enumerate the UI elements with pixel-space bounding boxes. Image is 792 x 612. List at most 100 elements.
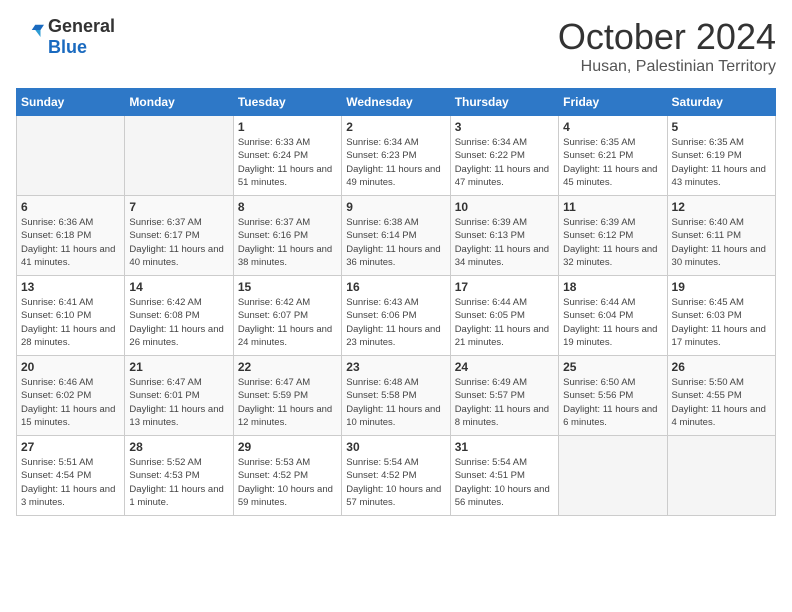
logo: General Blue [16, 16, 115, 58]
logo-general: General [48, 16, 115, 36]
logo-blue: Blue [48, 37, 87, 57]
day-number: 15 [238, 280, 337, 294]
calendar-cell: 24 Sunrise: 6:49 AMSunset: 5:57 PMDayligh… [450, 356, 558, 436]
cell-info: Sunrise: 5:54 AMSunset: 4:52 PMDaylight:… [346, 456, 445, 509]
cell-info: Sunrise: 6:49 AMSunset: 5:57 PMDaylight:… [455, 376, 554, 429]
weekday-header: Monday [125, 89, 233, 116]
calendar-cell: 16 Sunrise: 6:43 AMSunset: 6:06 PMDayligh… [342, 276, 450, 356]
calendar-cell: 29 Sunrise: 5:53 AMSunset: 4:52 PMDayligh… [233, 436, 341, 516]
calendar-cell: 31Sunrise: 5:54 AMSunset: 4:51 PMDayligh… [450, 436, 558, 516]
day-number: 1 [238, 120, 337, 134]
cell-info: Sunrise: 5:51 AMSunset: 4:54 PMDaylight:… [21, 456, 120, 509]
header-row: SundayMondayTuesdayWednesdayThursdayFrid… [17, 89, 776, 116]
calendar-cell: 20 Sunrise: 6:46 AMSunset: 6:02 PMDayligh… [17, 356, 125, 436]
calendar-cell: 28 Sunrise: 5:52 AMSunset: 4:53 PMDayligh… [125, 436, 233, 516]
cell-info: Sunrise: 6:42 AMSunset: 6:08 PMDaylight:… [129, 296, 228, 349]
calendar-cell: 25 Sunrise: 6:50 AMSunset: 5:56 PMDayligh… [559, 356, 667, 436]
title-block: October 2024 Husan, Palestinian Territor… [558, 16, 776, 76]
day-number: 3 [455, 120, 554, 134]
day-number: 18 [563, 280, 662, 294]
cell-info: Sunrise: 6:47 AMSunset: 5:59 PMDaylight:… [238, 376, 337, 429]
day-number: 14 [129, 280, 228, 294]
calendar-cell: 30Sunrise: 5:54 AMSunset: 4:52 PMDayligh… [342, 436, 450, 516]
cell-info: Sunrise: 6:50 AMSunset: 5:56 PMDaylight:… [563, 376, 662, 429]
day-number: 27 [21, 440, 120, 454]
day-number: 6 [21, 200, 120, 214]
calendar-cell [17, 116, 125, 196]
day-number: 23 [346, 360, 445, 374]
calendar-cell: 8Sunrise: 6:37 AMSunset: 6:16 PMDaylight… [233, 196, 341, 276]
cell-info: Sunrise: 6:45 AMSunset: 6:03 PMDaylight:… [672, 296, 771, 349]
weekday-header: Thursday [450, 89, 558, 116]
calendar-cell: 19Sunrise: 6:45 AMSunset: 6:03 PMDayligh… [667, 276, 775, 356]
calendar-week-row: 6Sunrise: 6:36 AMSunset: 6:18 PMDaylight… [17, 196, 776, 276]
day-number: 24 [455, 360, 554, 374]
day-number: 9 [346, 200, 445, 214]
weekday-header: Saturday [667, 89, 775, 116]
calendar-cell: 7 Sunrise: 6:37 AMSunset: 6:17 PMDaylight… [125, 196, 233, 276]
calendar-cell: 23 Sunrise: 6:48 AMSunset: 5:58 PMDayligh… [342, 356, 450, 436]
weekday-header: Tuesday [233, 89, 341, 116]
calendar-cell: 22 Sunrise: 6:47 AMSunset: 5:59 PMDayligh… [233, 356, 341, 436]
cell-info: Sunrise: 6:46 AMSunset: 6:02 PMDaylight:… [21, 376, 120, 429]
day-number: 29 [238, 440, 337, 454]
day-number: 17 [455, 280, 554, 294]
calendar-cell: 26 Sunrise: 5:50 AMSunset: 4:55 PMDayligh… [667, 356, 775, 436]
cell-info: Sunrise: 6:44 AMSunset: 6:05 PMDaylight:… [455, 296, 554, 349]
cell-info: Sunrise: 6:41 AMSunset: 6:10 PMDaylight:… [21, 296, 120, 349]
day-number: 11 [563, 200, 662, 214]
day-number: 21 [129, 360, 228, 374]
page-header: General Blue October 2024 Husan, Palesti… [16, 16, 776, 76]
cell-info: Sunrise: 6:34 AMSunset: 6:23 PMDaylight:… [346, 136, 445, 189]
day-number: 20 [21, 360, 120, 374]
day-number: 28 [129, 440, 228, 454]
calendar-week-row: 1 Sunrise: 6:33 AMSunset: 6:24 PMDaylight… [17, 116, 776, 196]
calendar-cell: 17 Sunrise: 6:44 AMSunset: 6:05 PMDayligh… [450, 276, 558, 356]
calendar-cell: 21 Sunrise: 6:47 AMSunset: 6:01 PMDayligh… [125, 356, 233, 436]
day-number: 16 [346, 280, 445, 294]
calendar-cell: 5 Sunrise: 6:35 AMSunset: 6:19 PMDaylight… [667, 116, 775, 196]
weekday-header: Wednesday [342, 89, 450, 116]
day-number: 26 [672, 360, 771, 374]
calendar-cell: 2Sunrise: 6:34 AMSunset: 6:23 PMDaylight… [342, 116, 450, 196]
weekday-header: Sunday [17, 89, 125, 116]
calendar-week-row: 27 Sunrise: 5:51 AMSunset: 4:54 PMDayligh… [17, 436, 776, 516]
calendar-cell: 15Sunrise: 6:42 AMSunset: 6:07 PMDayligh… [233, 276, 341, 356]
day-number: 12 [672, 200, 771, 214]
day-number: 7 [129, 200, 228, 214]
day-number: 25 [563, 360, 662, 374]
calendar-cell [667, 436, 775, 516]
day-number: 5 [672, 120, 771, 134]
cell-info: Sunrise: 5:53 AMSunset: 4:52 PMDaylight:… [238, 456, 337, 509]
day-number: 10 [455, 200, 554, 214]
calendar-cell: 12 Sunrise: 6:40 AMSunset: 6:11 PMDayligh… [667, 196, 775, 276]
cell-info: Sunrise: 6:43 AMSunset: 6:06 PMDaylight:… [346, 296, 445, 349]
calendar-cell: 18 Sunrise: 6:44 AMSunset: 6:04 PMDayligh… [559, 276, 667, 356]
calendar-week-row: 20 Sunrise: 6:46 AMSunset: 6:02 PMDayligh… [17, 356, 776, 436]
calendar-cell: 13 Sunrise: 6:41 AMSunset: 6:10 PMDayligh… [17, 276, 125, 356]
calendar-table: SundayMondayTuesdayWednesdayThursdayFrid… [16, 88, 776, 516]
cell-info: Sunrise: 6:39 AMSunset: 6:12 PMDaylight:… [563, 216, 662, 269]
cell-info: Sunrise: 5:50 AMSunset: 4:55 PMDaylight:… [672, 376, 771, 429]
calendar-cell: 27 Sunrise: 5:51 AMSunset: 4:54 PMDayligh… [17, 436, 125, 516]
cell-info: Sunrise: 6:37 AMSunset: 6:17 PMDaylight:… [129, 216, 228, 269]
cell-info: Sunrise: 6:40 AMSunset: 6:11 PMDaylight:… [672, 216, 771, 269]
month-title: October 2024 [558, 16, 776, 58]
cell-info: Sunrise: 6:47 AMSunset: 6:01 PMDaylight:… [129, 376, 228, 429]
cell-info: Sunrise: 6:33 AMSunset: 6:24 PMDaylight:… [238, 136, 337, 189]
cell-info: Sunrise: 5:54 AMSunset: 4:51 PMDaylight:… [455, 456, 554, 509]
weekday-header: Friday [559, 89, 667, 116]
calendar-cell: 6Sunrise: 6:36 AMSunset: 6:18 PMDaylight… [17, 196, 125, 276]
day-number: 22 [238, 360, 337, 374]
cell-info: Sunrise: 6:38 AMSunset: 6:14 PMDaylight:… [346, 216, 445, 269]
cell-info: Sunrise: 6:48 AMSunset: 5:58 PMDaylight:… [346, 376, 445, 429]
calendar-cell: 11 Sunrise: 6:39 AMSunset: 6:12 PMDayligh… [559, 196, 667, 276]
calendar-cell: 9 Sunrise: 6:38 AMSunset: 6:14 PMDaylight… [342, 196, 450, 276]
calendar-week-row: 13 Sunrise: 6:41 AMSunset: 6:10 PMDayligh… [17, 276, 776, 356]
cell-info: Sunrise: 6:44 AMSunset: 6:04 PMDaylight:… [563, 296, 662, 349]
location-title: Husan, Palestinian Territory [558, 58, 776, 76]
cell-info: Sunrise: 6:34 AMSunset: 6:22 PMDaylight:… [455, 136, 554, 189]
day-number: 13 [21, 280, 120, 294]
cell-info: Sunrise: 5:52 AMSunset: 4:53 PMDaylight:… [129, 456, 228, 509]
cell-info: Sunrise: 6:35 AMSunset: 6:19 PMDaylight:… [672, 136, 771, 189]
